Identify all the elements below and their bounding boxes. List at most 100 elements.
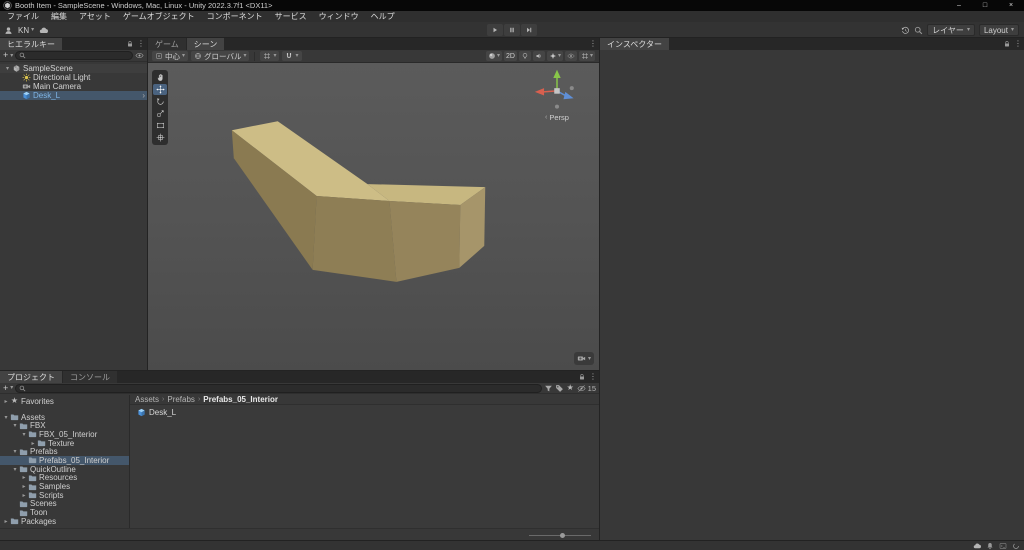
cloud-icon[interactable] [973, 542, 981, 550]
scene-audio-toggle[interactable] [532, 51, 545, 61]
lock-icon[interactable] [1003, 40, 1011, 48]
project-folder-prefabs-05-interior[interactable]: Prefabs_05_Interior [0, 456, 129, 465]
menu-component[interactable]: コンポーネント [201, 11, 269, 22]
menu-file[interactable]: ファイル [1, 11, 45, 22]
console-icon[interactable] [999, 542, 1007, 550]
tab-scene[interactable]: シーン [186, 38, 225, 50]
grid-snap-dropdown[interactable]: ▾ [260, 51, 280, 61]
2d-view-toggle[interactable]: 2D [504, 51, 517, 61]
slider-thumb[interactable] [560, 533, 565, 538]
layout-dropdown[interactable]: Layout ▾ [978, 24, 1019, 36]
scene-viewport[interactable]: ‹ Persp ▾ [148, 63, 599, 370]
save-search-icon[interactable]: ★ [566, 384, 575, 393]
foldout-arrow[interactable]: ▾ [2, 414, 10, 421]
menu-help[interactable]: ヘルプ [365, 11, 401, 22]
hierarchy-search-input[interactable] [28, 51, 129, 60]
project-folder-texture[interactable]: ▸ Texture [0, 439, 129, 448]
project-folder-scenes[interactable]: Scenes [0, 499, 129, 508]
foldout-arrow[interactable]: ▾ [20, 431, 28, 438]
chevron-down-icon[interactable]: ▾ [10, 53, 13, 59]
layers-dropdown[interactable]: レイヤー ▾ [927, 24, 975, 36]
project-folder-toon[interactable]: Toon [0, 508, 129, 517]
filter-type-icon[interactable] [544, 384, 553, 393]
project-folder-packages[interactable]: ▸ Packages [0, 517, 129, 526]
scene-camera-settings-button[interactable]: ▾ [573, 352, 594, 365]
project-search[interactable] [15, 383, 542, 393]
rect-tool-button[interactable] [153, 120, 167, 131]
tab-game[interactable]: ゲーム [148, 38, 186, 50]
progress-icon[interactable] [1012, 542, 1020, 550]
minimize-button[interactable]: – [946, 0, 972, 11]
breadcrumb-item-assets[interactable]: Assets [135, 395, 159, 404]
hidden-packages-icon[interactable] [577, 384, 586, 393]
hierarchy-item-directional-light[interactable]: Directional Light [0, 73, 147, 82]
filter-label-icon[interactable] [555, 384, 564, 393]
foldout-arrow[interactable]: ▸ [20, 474, 28, 481]
bell-icon[interactable] [986, 542, 994, 550]
lock-icon[interactable] [578, 373, 586, 381]
scene-effects-toggle[interactable]: ▾ [546, 51, 563, 61]
snap-increment-dropdown[interactable]: ▾ [282, 51, 302, 61]
panel-menu-icon[interactable]: ⋮ [1014, 40, 1022, 48]
scene-visibility-toggle[interactable] [564, 51, 577, 61]
project-folder-fbx[interactable]: ▾ FBX [0, 421, 129, 430]
gizmo-projection-label[interactable]: ‹ Persp [529, 113, 585, 122]
transform-tool-button[interactable] [153, 132, 167, 143]
foldout-arrow[interactable]: ▾ [3, 65, 12, 72]
menu-services[interactable]: サービス [269, 11, 313, 22]
project-folder-samples[interactable]: ▸ Samples [0, 482, 129, 491]
project-search-input[interactable] [28, 383, 538, 393]
tab-hierarchy[interactable]: ヒエラルキー [0, 38, 62, 50]
foldout-arrow[interactable]: ▸ [29, 440, 37, 447]
scale-tool-button[interactable] [153, 108, 167, 119]
prefab-open-chevron[interactable]: › [142, 91, 145, 100]
step-button[interactable] [521, 24, 537, 36]
move-tool-button[interactable] [153, 84, 167, 95]
undo-history-icon[interactable] [901, 26, 910, 35]
menu-assets[interactable]: アセット [73, 11, 117, 22]
hand-tool-button[interactable] [153, 72, 167, 83]
asset-item-desk-l[interactable]: Desk_L [135, 408, 178, 417]
maximize-button[interactable]: □ [972, 0, 998, 11]
tab-inspector[interactable]: インスペクター [600, 38, 669, 50]
foldout-arrow[interactable]: ▸ [2, 398, 10, 405]
hierarchy-search[interactable] [15, 51, 133, 60]
grid-visibility-toggle[interactable]: ▾ [578, 51, 595, 61]
foldout-arrow[interactable]: ▾ [11, 466, 19, 473]
foldout-arrow[interactable]: ▸ [20, 492, 28, 499]
project-folder-assets[interactable]: ▾ Assets [0, 413, 129, 422]
project-folder-resources[interactable]: ▸ Resources [0, 473, 129, 482]
search-icon[interactable] [914, 26, 923, 35]
close-button[interactable]: × [998, 0, 1024, 11]
tab-project[interactable]: プロジェクト [0, 371, 62, 383]
hierarchy-item-main-camera[interactable]: Main Camera [0, 82, 147, 91]
cloud-services-icon[interactable] [39, 26, 49, 35]
rotate-tool-button[interactable] [153, 96, 167, 107]
menu-window[interactable]: ウィンドウ [313, 11, 365, 22]
project-folder-scripts[interactable]: ▸ Scripts [0, 491, 129, 500]
scene-visibility-icon[interactable] [135, 51, 144, 60]
chevron-down-icon[interactable]: ▾ [10, 385, 13, 391]
shading-mode-toggle[interactable]: ▾ [486, 51, 503, 61]
hierarchy-item-samplescene[interactable]: ▾ SampleScene [0, 64, 147, 73]
play-button[interactable] [487, 24, 503, 36]
lock-icon[interactable] [126, 40, 134, 48]
scene-lighting-toggle[interactable] [518, 51, 531, 61]
create-object-button[interactable]: + [3, 51, 8, 60]
pivot-mode-dropdown[interactable]: 中心 ▾ [152, 51, 189, 61]
panel-menu-icon[interactable]: ⋮ [137, 40, 145, 48]
menu-gameobject[interactable]: ゲームオブジェクト [117, 11, 201, 22]
handle-space-dropdown[interactable]: グローバル ▾ [191, 51, 250, 61]
icon-size-slider[interactable] [529, 533, 591, 538]
foldout-arrow[interactable]: ▾ [11, 448, 19, 455]
menu-edit[interactable]: 編集 [45, 11, 73, 22]
tab-console[interactable]: コンソール [63, 371, 117, 383]
panel-menu-icon[interactable]: ⋮ [589, 40, 597, 48]
foldout-arrow[interactable]: ▸ [2, 518, 10, 525]
create-asset-button[interactable]: + [3, 383, 8, 393]
breadcrumb-item-prefabs[interactable]: Prefabs [167, 395, 195, 404]
project-folder-prefabs[interactable]: ▾ Prefabs [0, 447, 129, 456]
foldout-arrow[interactable]: ▾ [11, 422, 19, 429]
orientation-gizmo[interactable] [529, 66, 585, 114]
breadcrumb-item-prefabs-05-interior[interactable]: Prefabs_05_Interior [203, 395, 278, 404]
